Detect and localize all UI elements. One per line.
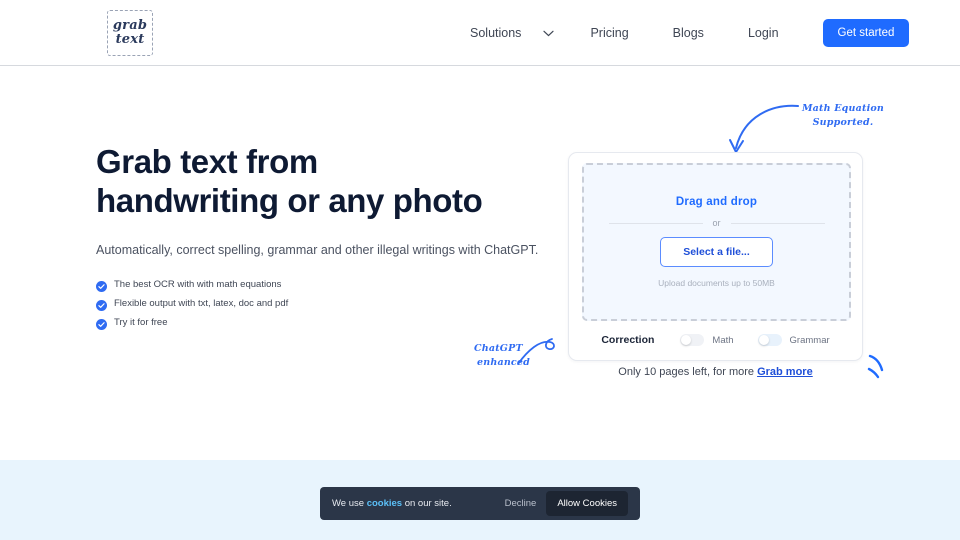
check-circle-icon <box>96 317 107 330</box>
or-label: or <box>712 218 721 228</box>
select-file-button[interactable]: Select a file... <box>660 237 773 267</box>
get-started-button[interactable]: Get started <box>822 19 910 47</box>
cookie-banner: We use cookies on our site. Decline Allo… <box>320 487 640 520</box>
site-header: grab text Solutions Pricing Blogs Login … <box>0 0 960 66</box>
decline-cookies-button[interactable]: Decline <box>505 498 537 509</box>
cookie-link-cookies[interactable]: cookies <box>367 498 402 509</box>
nav-item-blogs-label: Blogs <box>672 26 704 40</box>
math-toggle[interactable] <box>680 334 705 346</box>
nav-item-login-label: Login <box>747 26 779 40</box>
logo-line-1: grab <box>112 18 148 34</box>
annotation-math-line-1: Math Equation <box>801 103 885 114</box>
hero-subtitle: Automatically, correct spelling, grammar… <box>96 242 539 257</box>
main-navigation: Solutions Pricing Blogs Login Get starte… <box>470 0 910 66</box>
math-toggle-label: Math <box>712 334 734 346</box>
chevron-down-icon[interactable] <box>543 30 555 37</box>
or-divider: or <box>608 218 825 228</box>
feature-list: The best OCR with with math equations Fl… <box>96 278 566 330</box>
logo[interactable]: grab text <box>107 10 153 56</box>
annotation-math-line-2: Supported. <box>812 116 874 128</box>
allow-cookies-button[interactable]: Allow Cookies <box>546 491 628 516</box>
divider-line-right <box>730 222 825 224</box>
dropzone[interactable]: Drag and drop or Select a file... Upload… <box>582 163 851 321</box>
nav-item-login[interactable]: Login <box>748 26 779 40</box>
nav-item-solutions-label: Solutions <box>470 26 522 40</box>
hero-section: Grab text from handwriting or any photo … <box>96 143 566 336</box>
list-item-label: Try it for free <box>114 316 168 328</box>
nav-item-pricing[interactable]: Pricing <box>590 26 628 40</box>
cookie-banner-text: We use cookies on our site. <box>332 498 505 509</box>
grammar-toggle[interactable] <box>757 334 782 346</box>
nav-item-solutions[interactable]: Solutions <box>470 26 555 40</box>
page-title: Grab text from handwriting or any photo <box>96 143 566 221</box>
annotation-chat-line-1: ChatGPT <box>474 343 523 354</box>
annotation-chat-line-2: enhanced <box>477 356 530 368</box>
nav-item-blogs[interactable]: Blogs <box>673 26 704 40</box>
pages-left-text: Only 10 pages left, for more <box>618 366 755 378</box>
upload-size-hint: Upload documents up to 50MB <box>658 278 775 288</box>
math-toggle-knob <box>681 335 692 345</box>
cookie-text-after: on our site. <box>402 498 452 509</box>
pages-left-status: Only 10 pages left, for more Grab more <box>568 366 863 378</box>
page-title-line-1: Grab text from <box>96 143 318 180</box>
list-item: The best OCR with with math equations <box>96 278 566 292</box>
grammar-toggle-knob <box>758 335 769 345</box>
correction-label: Correction <box>601 334 655 346</box>
cookie-text-before: We use <box>332 498 367 509</box>
dropzone-title: Drag and drop <box>675 196 758 208</box>
check-circle-icon <box>96 279 107 292</box>
landing-page: grab text Solutions Pricing Blogs Login … <box>0 0 960 540</box>
toggle-group-math: Math <box>680 334 734 346</box>
list-item: Flexible output with txt, latex, doc and… <box>96 297 566 311</box>
correction-controls: Correction Math Grammar <box>569 334 862 346</box>
list-item: Try it for free <box>96 316 566 330</box>
grammar-toggle-label: Grammar <box>789 334 830 346</box>
grab-more-link[interactable]: Grab more <box>757 366 813 378</box>
annotation-chatgpt-enhanced: ChatGPT enhanced <box>474 342 554 370</box>
toggle-group-grammar: Grammar <box>757 334 830 346</box>
decorative-strokes-icon <box>867 354 884 379</box>
page-title-line-2: handwriting or any photo <box>96 181 483 219</box>
annotation-math-equation: Math Equation Supported. <box>798 102 888 130</box>
check-circle-icon <box>96 298 107 311</box>
list-item-label: Flexible output with txt, latex, doc and… <box>114 297 289 309</box>
divider-line-left <box>608 222 703 224</box>
list-item-label: The best OCR with with math equations <box>114 278 282 290</box>
upload-card: Drag and drop or Select a file... Upload… <box>568 152 863 361</box>
nav-item-pricing-label: Pricing <box>590 26 629 40</box>
logo-line-2: text <box>115 32 145 47</box>
